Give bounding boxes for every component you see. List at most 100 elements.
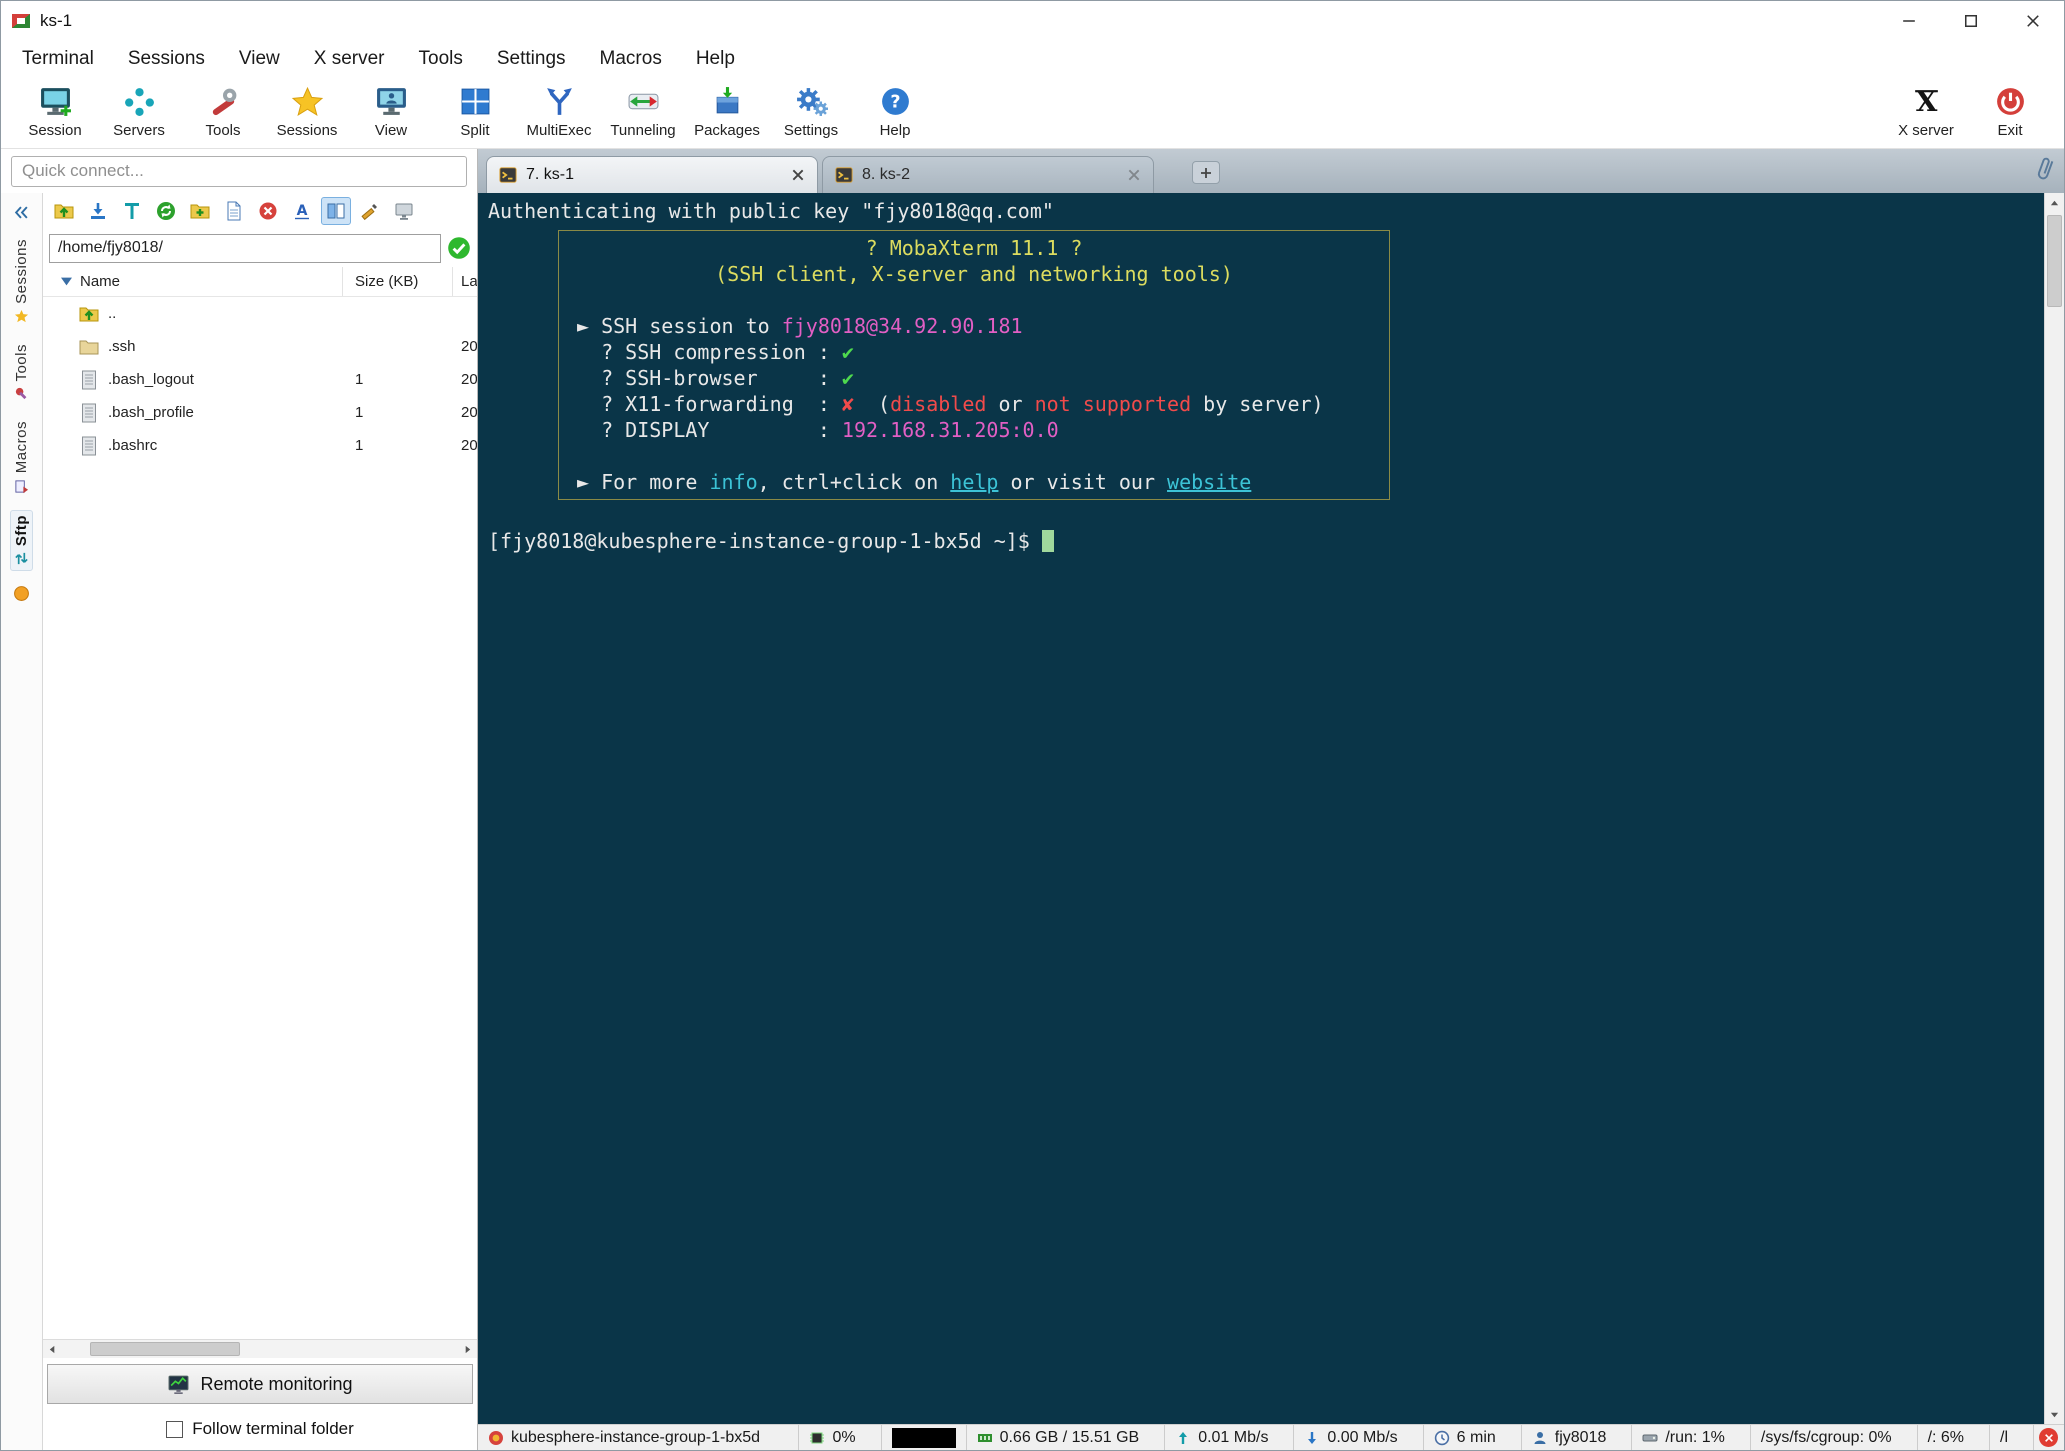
toolbar-servers-button[interactable]: Servers [97, 80, 181, 146]
tab-close-button[interactable] [1127, 168, 1141, 182]
toolbar-tunneling-button[interactable]: Tunneling [601, 80, 685, 146]
column-header-last-modified[interactable]: La [453, 267, 477, 296]
session-tab[interactable]: 7. ks-1 [486, 156, 818, 193]
file-icon [79, 403, 99, 423]
sidebar-tab-sessions[interactable]: Sessions [13, 235, 30, 328]
terminal[interactable]: Authenticating with public key "fjy8018@… [478, 193, 2044, 1424]
menu-x-server[interactable]: X server [297, 41, 402, 77]
profile-button[interactable] [13, 585, 30, 607]
menu-view[interactable]: View [222, 41, 297, 77]
status-item: 0.01 Mb/s [1165, 1425, 1295, 1450]
toolbar-split-button[interactable]: Split [433, 80, 517, 146]
column-header-size[interactable]: Size (KB) [343, 267, 453, 296]
file-modified: 20 [461, 437, 477, 454]
menu-settings[interactable]: Settings [480, 41, 583, 77]
menu-terminal[interactable]: Terminal [5, 41, 111, 77]
scrollbar-thumb[interactable] [89, 1342, 241, 1356]
table-row[interactable]: .ssh 20 [43, 330, 477, 363]
toolbar-label: Packages [694, 122, 760, 139]
follow-terminal-folder[interactable]: Follow terminal folder [43, 1408, 477, 1450]
new-tab-button[interactable] [1192, 161, 1220, 184]
paperclip-icon [2034, 155, 2056, 183]
servers-icon [123, 86, 156, 117]
menu-tools[interactable]: Tools [402, 41, 480, 77]
download-button[interactable] [83, 197, 113, 225]
table-row[interactable]: .bash_profile 1 20 [43, 396, 477, 429]
toolbar-packages-button[interactable]: Packages [685, 80, 769, 146]
scrollbar-track[interactable] [2045, 213, 2064, 1404]
path-confirm-button[interactable] [447, 236, 471, 260]
minimize-button[interactable] [1878, 1, 1940, 41]
terminal-scrollbar[interactable] [2044, 193, 2064, 1424]
follow-terminal-button[interactable] [389, 197, 419, 225]
toolbar-multiexec-button[interactable]: MultiExec [517, 80, 601, 146]
close-icon [2044, 1433, 2054, 1443]
follow-terminal-checkbox[interactable] [166, 1420, 184, 1438]
remote-monitoring-button[interactable]: Remote monitoring [47, 1364, 473, 1404]
toolbar-x-server-button[interactable]: X X server [1884, 80, 1968, 146]
scroll-up-icon[interactable] [2050, 199, 2059, 208]
column-header-name[interactable]: Name [43, 267, 343, 296]
download-icon [88, 201, 108, 221]
sidebar-tab-macros[interactable]: Macros [13, 417, 30, 497]
scroll-down-icon[interactable] [2050, 1410, 2059, 1419]
quick-connect-bar [1, 149, 477, 193]
sidebar-tab-sftp[interactable]: Sftp [10, 509, 33, 571]
toolbar-settings-button[interactable]: Settings [769, 80, 853, 146]
terminal-link[interactable]: website [1167, 470, 1251, 494]
menu-macros[interactable]: Macros [583, 41, 679, 77]
prompt-line: [fjy8018@kubesphere-instance-group-1-bx5… [488, 528, 2044, 554]
file-icon [79, 370, 99, 390]
close-icon [2026, 14, 2040, 28]
session-tab[interactable]: 8. ks-2 [822, 156, 1154, 193]
upload-button[interactable] [117, 197, 147, 225]
collapse-sidebar-button[interactable] [9, 201, 35, 223]
table-row[interactable]: .bashrc 1 20 [43, 429, 477, 462]
shell-prompt: [fjy8018@kubesphere-instance-group-1-bx5… [488, 529, 1030, 553]
close-button[interactable] [2002, 1, 2064, 41]
rename-button[interactable]: A [287, 197, 317, 225]
sftp-horizontal-scrollbar[interactable] [43, 1339, 477, 1358]
sidebar-tab-label: Sessions [13, 239, 30, 304]
toolbar-help-button[interactable]: ? Help [853, 80, 937, 146]
refresh-button[interactable] [151, 197, 181, 225]
scroll-right-icon[interactable] [463, 1345, 472, 1354]
toolbar-view-button[interactable]: View [349, 80, 433, 146]
toolbar-tools-button[interactable]: Tools [181, 80, 265, 146]
sidebar-tab-tools[interactable]: Tools [13, 340, 30, 406]
menu-sessions[interactable]: Sessions [111, 41, 222, 77]
tab-label: 7. ks-1 [526, 166, 575, 183]
status-item: kubesphere-instance-group-1-bx5d [478, 1425, 800, 1450]
status-item: 0.66 GB / 15.51 GB [967, 1425, 1166, 1450]
table-row[interactable]: .bash_logout 1 20 [43, 363, 477, 396]
split-browser-button[interactable] [321, 197, 351, 225]
parent-directory-button[interactable] [49, 197, 79, 225]
status-item: /l [1990, 1425, 2034, 1450]
new-file-button[interactable] [219, 197, 249, 225]
maximize-button[interactable] [1940, 1, 2002, 41]
toolbar-exit-button[interactable]: Exit [1968, 80, 2052, 146]
delete-button[interactable] [253, 197, 283, 225]
toolbar-session-button[interactable]: Session [13, 80, 97, 146]
table-row[interactable]: .. [43, 297, 477, 330]
toolbar-sessions-button[interactable]: Sessions [265, 80, 349, 146]
parent-directory-icon [79, 304, 99, 324]
star-icon [14, 309, 29, 324]
file-browser: Name Size (KB) La .. .ssh 20 .bash_logout 1 2… [43, 267, 477, 1339]
sftp-path-input[interactable] [49, 233, 441, 263]
tab-close-button[interactable] [791, 168, 805, 182]
tree-expander-icon[interactable] [61, 277, 72, 286]
quick-connect-input[interactable] [11, 155, 467, 187]
sftp-toolbar: A [43, 193, 477, 229]
macros-mini-icon [14, 479, 29, 494]
menu-help[interactable]: Help [679, 41, 752, 77]
new-folder-button[interactable] [185, 197, 215, 225]
attachments-button[interactable] [2034, 155, 2056, 188]
column-label: Name [80, 273, 121, 290]
scrollbar-thumb[interactable] [2047, 215, 2062, 307]
terminal-link[interactable]: help [950, 470, 998, 494]
edit-button[interactable] [355, 197, 385, 225]
scroll-left-icon[interactable] [48, 1345, 57, 1354]
scrollbar-track[interactable] [62, 1340, 458, 1358]
close-status-button[interactable] [2034, 1425, 2064, 1450]
